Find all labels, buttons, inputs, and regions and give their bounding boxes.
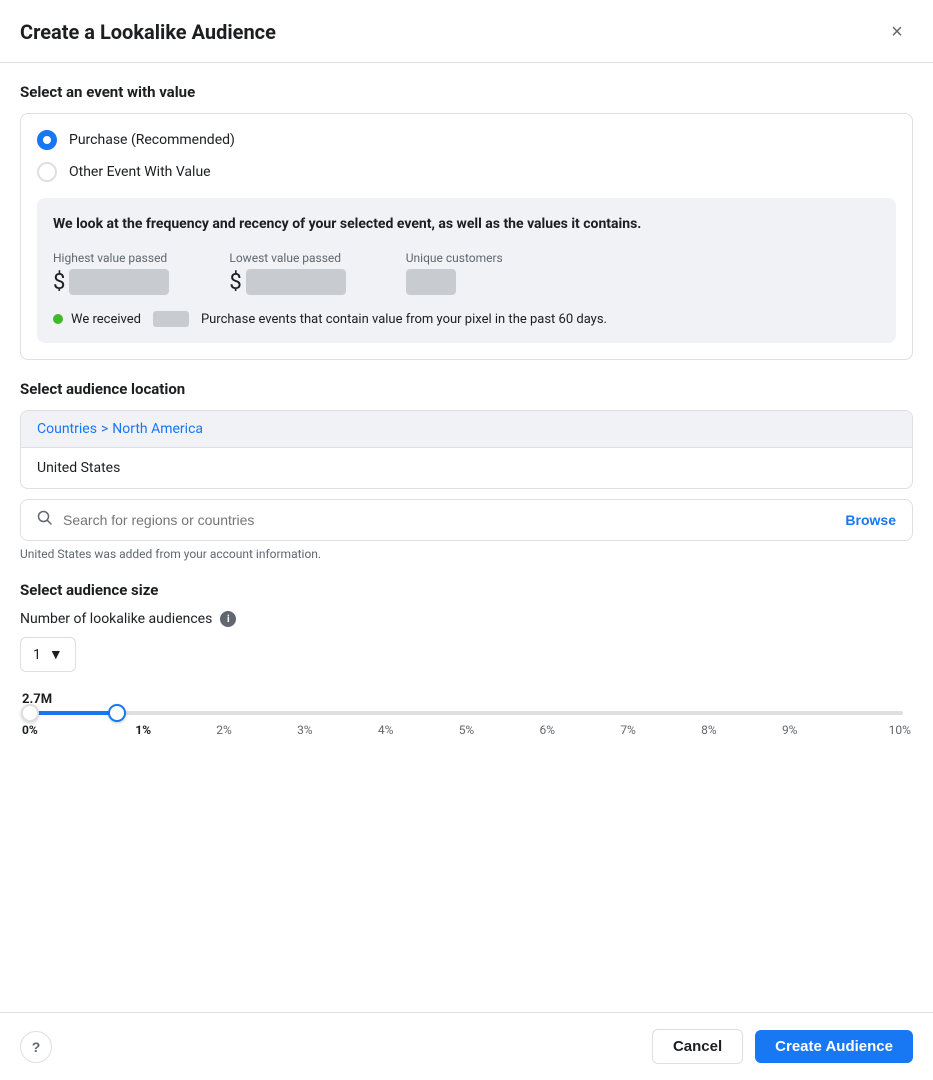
received-row: We received Purchase events that contain… xyxy=(53,311,880,327)
stat-highest-value: $ xyxy=(53,269,169,295)
currency-symbol-2: $ xyxy=(229,270,241,295)
slider-container xyxy=(20,711,913,715)
breadcrumb-countries[interactable]: Countries xyxy=(37,421,97,437)
slider-label-0: 0% xyxy=(22,723,103,737)
location-section-label: Select audience location xyxy=(20,380,913,398)
cancel-button[interactable]: Cancel xyxy=(652,1029,743,1064)
number-dropdown[interactable]: 1 ▼ xyxy=(20,637,76,672)
received-suffix: Purchase events that contain value from … xyxy=(201,312,607,327)
event-section-label: Select an event with value xyxy=(20,83,913,101)
stat-lowest-blur xyxy=(246,269,346,295)
stat-unique-label: Unique customers xyxy=(406,251,503,265)
slider-section: 2.7M 0% 1% 2% 3% 4% 5% 6% 7% xyxy=(20,692,913,747)
slider-fill xyxy=(30,711,117,715)
footer-left: ? xyxy=(20,1031,640,1063)
breadcrumb-separator: > xyxy=(101,421,108,437)
currency-symbol-1: $ xyxy=(53,270,65,295)
stat-highest-blur xyxy=(69,269,169,295)
slider-label-6: 6% xyxy=(507,723,588,737)
slider-label-2: 2% xyxy=(184,723,265,737)
received-count-blur xyxy=(153,311,189,327)
dialog-footer: ? Cancel Create Audience xyxy=(0,1012,933,1080)
breadcrumb-bar: Countries > North America xyxy=(21,411,912,447)
slider-label-10: 10% xyxy=(830,723,911,737)
help-button[interactable]: ? xyxy=(20,1031,52,1063)
slider-label-8: 8% xyxy=(669,723,750,737)
radio-purchase-circle xyxy=(37,130,57,150)
slider-label-4: 4% xyxy=(345,723,426,737)
dialog-title: Create a Lookalike Audience xyxy=(20,20,276,44)
radio-other[interactable]: Other Event With Value xyxy=(37,162,896,182)
stat-unique-blur xyxy=(406,269,456,295)
create-audience-button[interactable]: Create Audience xyxy=(755,1030,913,1063)
location-box: Countries > North America United States xyxy=(20,410,913,489)
location-section: Select audience location Countries > Nor… xyxy=(20,380,913,561)
slider-label-1: 1% xyxy=(103,723,184,737)
slider-label-3: 3% xyxy=(264,723,345,737)
location-search-bar[interactable]: Browse xyxy=(20,499,913,541)
location-search-input[interactable] xyxy=(63,512,835,528)
radio-other-label: Other Event With Value xyxy=(69,164,211,180)
slider-labels: 0% 1% 2% 3% 4% 5% 6% 7% 8% 9% 10% xyxy=(20,723,913,737)
search-icon xyxy=(37,510,53,530)
location-hint: United States was added from your accoun… xyxy=(20,547,913,561)
dialog-body: Select an event with value Purchase (Rec… xyxy=(0,63,933,1012)
breadcrumb-north-america[interactable]: North America xyxy=(112,421,203,437)
size-section-label: Select audience size xyxy=(20,581,913,599)
stat-unique: Unique customers xyxy=(406,251,503,295)
chevron-down-icon: ▼ xyxy=(49,646,63,663)
number-value: 1 xyxy=(33,647,41,663)
number-label: Number of lookalike audiences xyxy=(20,611,212,627)
received-label: We received xyxy=(71,312,141,327)
stat-highest: Highest value passed $ xyxy=(53,251,169,295)
stat-highest-label: Highest value passed xyxy=(53,251,169,265)
event-section: Select an event with value Purchase (Rec… xyxy=(20,83,913,360)
browse-button[interactable]: Browse xyxy=(845,512,896,528)
slider-thumb-left[interactable] xyxy=(21,704,39,722)
radio-other-circle xyxy=(37,162,57,182)
slider-track xyxy=(30,711,903,715)
slider-value-label: 2.7M xyxy=(22,692,913,707)
stat-lowest: Lowest value passed $ xyxy=(229,251,345,295)
close-button[interactable]: × xyxy=(881,16,913,48)
size-section: Select audience size Number of lookalike… xyxy=(20,581,913,747)
green-dot-icon xyxy=(53,314,63,324)
event-info-box: We look at the frequency and recency of … xyxy=(37,198,896,343)
event-info-text: We look at the frequency and recency of … xyxy=(53,214,880,235)
selected-location-item: United States xyxy=(21,447,912,488)
dialog-header: Create a Lookalike Audience × xyxy=(0,0,933,63)
stats-row: Highest value passed $ Lowest value pass… xyxy=(53,251,880,295)
slider-thumb-right[interactable] xyxy=(108,704,126,722)
slider-label-9: 9% xyxy=(749,723,830,737)
radio-purchase-label: Purchase (Recommended) xyxy=(69,132,235,148)
slider-label-5: 5% xyxy=(426,723,507,737)
slider-label-7: 7% xyxy=(588,723,669,737)
stat-lowest-value: $ xyxy=(229,269,345,295)
info-icon: i xyxy=(220,611,236,627)
event-options-box: Purchase (Recommended) Other Event With … xyxy=(20,113,913,360)
stat-unique-value xyxy=(406,269,503,295)
create-lookalike-dialog: Create a Lookalike Audience × Select an … xyxy=(0,0,933,1080)
radio-purchase[interactable]: Purchase (Recommended) xyxy=(37,130,896,150)
stat-lowest-label: Lowest value passed xyxy=(229,251,345,265)
number-label-row: Number of lookalike audiences i xyxy=(20,611,913,627)
